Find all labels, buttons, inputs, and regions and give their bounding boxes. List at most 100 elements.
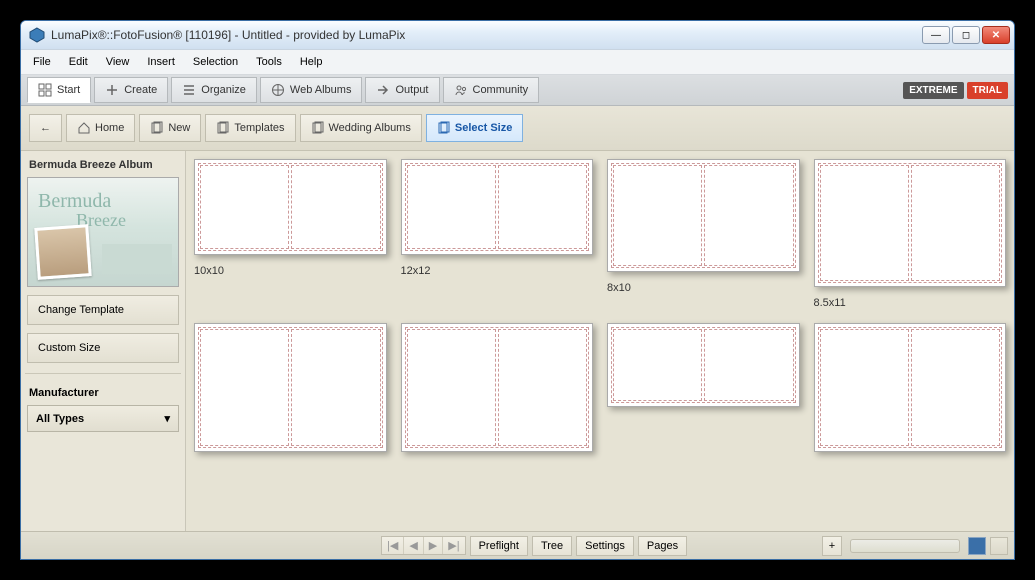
nav-last-button[interactable]: ▶|	[443, 537, 464, 554]
grid-icon	[38, 83, 52, 97]
plus-icon	[105, 83, 119, 97]
crumb-home[interactable]: Home	[66, 114, 135, 142]
pages-icon	[311, 121, 325, 135]
add-button[interactable]: +	[822, 536, 842, 556]
nav-prev-button[interactable]: ◀	[404, 537, 423, 554]
tab-organize[interactable]: Organize	[171, 77, 257, 103]
app-icon	[29, 27, 45, 43]
size-grid-area: 10x10 12x12 8x10 8.5x11	[186, 151, 1014, 531]
status-tab-tree[interactable]: Tree	[532, 536, 572, 556]
tab-label: Start	[57, 84, 80, 96]
size-preview	[814, 323, 1007, 451]
expand-button[interactable]	[990, 537, 1008, 555]
home-icon	[77, 121, 91, 135]
manufacturer-select[interactable]: All Types ▾	[27, 405, 179, 432]
size-item[interactable]: 10x10	[194, 159, 387, 309]
titlebar: LumaPix®::FotoFusion® [110196] - Untitle…	[21, 21, 1014, 50]
main-toolbar: Start Create Organize Web Albums Output …	[21, 75, 1014, 106]
pages-icon	[216, 121, 230, 135]
change-template-button[interactable]: Change Template	[27, 295, 179, 325]
thumb-strip	[102, 244, 172, 274]
size-item[interactable]	[401, 323, 594, 461]
menu-tools[interactable]: Tools	[248, 53, 290, 71]
size-preview	[194, 323, 387, 451]
size-preview	[607, 159, 800, 272]
back-button[interactable]: ←	[29, 114, 62, 142]
manufacturer-label: Manufacturer	[27, 384, 179, 405]
close-button[interactable]: ✕	[982, 26, 1010, 44]
tab-output[interactable]: Output	[365, 77, 439, 103]
window-controls: — ◻ ✕	[922, 26, 1010, 44]
page-nav: |◀ ◀ ▶ ▶|	[381, 536, 466, 555]
view-mode-button[interactable]	[968, 537, 986, 555]
menu-file[interactable]: File	[25, 53, 59, 71]
people-icon	[454, 83, 468, 97]
status-tab-pages[interactable]: Pages	[638, 536, 687, 556]
size-preview	[401, 323, 594, 451]
tab-label: Create	[124, 84, 157, 96]
size-preview	[814, 159, 1007, 287]
size-item[interactable]	[607, 323, 800, 461]
crumb-label: Wedding Albums	[329, 122, 411, 134]
size-label: 8x10	[607, 282, 800, 294]
separator	[25, 373, 181, 374]
size-item[interactable]	[194, 323, 387, 461]
arrow-icon	[376, 83, 390, 97]
thumb-photo	[34, 224, 91, 280]
list-icon	[182, 83, 196, 97]
crumb-templates[interactable]: Templates	[205, 114, 295, 142]
crumb-wedding-albums[interactable]: Wedding Albums	[300, 114, 422, 142]
nav-next-button[interactable]: ▶	[424, 537, 443, 554]
size-item[interactable]: 8x10	[607, 159, 800, 309]
menu-edit[interactable]: Edit	[61, 53, 96, 71]
tab-create[interactable]: Create	[94, 77, 168, 103]
menu-view[interactable]: View	[98, 53, 138, 71]
crumb-label: Home	[95, 122, 124, 134]
size-label: 12x12	[401, 265, 594, 277]
menubar: File Edit View Insert Selection Tools He…	[21, 50, 1014, 75]
crumb-select-size[interactable]: Select Size	[426, 114, 523, 142]
menu-help[interactable]: Help	[292, 53, 331, 71]
sidebar: Bermuda Breeze Album Bermuda Breeze Chan…	[21, 151, 186, 531]
size-item[interactable]	[814, 323, 1007, 461]
status-tab-preflight[interactable]: Preflight	[470, 536, 528, 556]
tab-start[interactable]: Start	[27, 77, 91, 103]
crumb-new[interactable]: New	[139, 114, 201, 142]
trial-badge: TRIAL	[967, 82, 1008, 99]
select-value: All Types	[36, 413, 84, 425]
crumb-label: Select Size	[455, 122, 512, 134]
size-label: 8.5x11	[814, 297, 1007, 309]
menu-insert[interactable]: Insert	[139, 53, 183, 71]
maximize-button[interactable]: ◻	[952, 26, 980, 44]
size-preview	[401, 159, 594, 255]
pages-icon	[437, 121, 451, 135]
app-window: LumaPix®::FotoFusion® [110196] - Untitle…	[20, 20, 1015, 560]
back-arrow-icon: ←	[40, 122, 51, 134]
status-bar: |◀ ◀ ▶ ▶| Preflight Tree Settings Pages …	[21, 531, 1014, 559]
pages-icon	[150, 121, 164, 135]
minimize-button[interactable]: —	[922, 26, 950, 44]
content-area: Bermuda Breeze Album Bermuda Breeze Chan…	[21, 151, 1014, 531]
menu-selection[interactable]: Selection	[185, 53, 246, 71]
size-grid: 10x10 12x12 8x10 8.5x11	[194, 159, 1006, 462]
template-thumbnail[interactable]: Bermuda Breeze	[27, 177, 179, 287]
window-title: LumaPix®::FotoFusion® [110196] - Untitle…	[51, 28, 922, 42]
chevron-down-icon: ▾	[164, 412, 170, 425]
nav-first-button[interactable]: |◀	[382, 537, 404, 554]
status-tab-settings[interactable]: Settings	[576, 536, 634, 556]
size-preview	[607, 323, 800, 407]
size-preview	[194, 159, 387, 255]
crumb-label: Templates	[234, 122, 284, 134]
globe-icon	[271, 83, 285, 97]
tab-web-albums[interactable]: Web Albums	[260, 77, 363, 103]
breadcrumb-bar: ← Home New Templates Wedding Albums Sele…	[21, 106, 1014, 151]
tab-label: Web Albums	[290, 84, 352, 96]
sidebar-title: Bermuda Breeze Album	[27, 157, 179, 177]
tab-community[interactable]: Community	[443, 77, 540, 103]
custom-size-button[interactable]: Custom Size	[27, 333, 179, 363]
extreme-badge: EXTREME	[903, 82, 963, 99]
size-item[interactable]: 8.5x11	[814, 159, 1007, 309]
zoom-slider[interactable]	[850, 539, 960, 553]
size-item[interactable]: 12x12	[401, 159, 594, 309]
crumb-label: New	[168, 122, 190, 134]
